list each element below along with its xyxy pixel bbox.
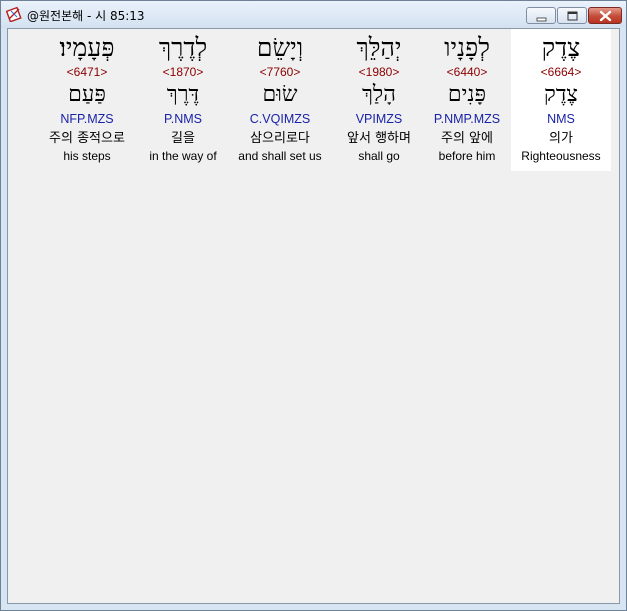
strong-number[interactable]: <1870> [133,65,233,79]
hebrew-word: צֶדֶק [541,33,581,62]
word-column[interactable]: לְדֶרֶךְ <1870> דֶּרֶךְ P.NMS 길을 in the … [133,29,233,171]
maximize-icon [567,11,578,21]
hebrew-lexeme: פָּנִים [447,82,487,107]
english-gloss: and shall set us [238,149,322,163]
english-gloss: Righteousness [521,149,601,163]
hebrew-lexeme: דֶּרֶךְ [166,82,200,107]
hebrew-lexeme: הָלַךְ [362,82,396,107]
morphology-code: C.VQIMZS [249,112,311,126]
window-title: @원전본해 - 시 85:13 [27,9,145,23]
hebrew-lexeme: צֶדֶק [544,82,578,107]
minimize-button[interactable] [526,7,556,24]
strong-number[interactable]: <6664> [511,65,611,79]
hebrew-lexeme: פַּעַם [68,82,106,107]
minimize-icon [536,17,547,22]
english-gloss: before him [438,149,496,163]
hebrew-word: וְיָשֵׂם [256,33,304,62]
english-gloss: his steps [63,149,111,163]
word-column[interactable]: לְפָנָיו <6440> פָּנִים P.NMP.MZS 주의 앞에 … [417,29,517,171]
english-gloss: in the way of [149,149,217,163]
strong-number[interactable]: <7760> [230,65,330,79]
title-bar[interactable]: @원전본해 - 시 85:13 [1,1,626,28]
app-window: @원전본해 - 시 85:13 פְּעָמָיו׃ <6471> פַּעַם… [0,0,627,611]
hebrew-word: יְהַלֵּךְ [356,33,402,62]
strong-number[interactable]: <1980> [329,65,429,79]
hebrew-word: לְדֶרֶךְ [158,33,208,62]
korean-gloss: 길을 [171,131,195,146]
app-logo-icon[interactable] [5,6,22,23]
hebrew-lexeme: שׂוּם [262,82,298,107]
close-icon [599,10,612,22]
korean-gloss: 의가 [549,131,573,146]
morphology-code: NFP.MZS [60,112,114,126]
korean-gloss: 삼으리로다 [250,131,310,146]
hebrew-word: לְפָנָיו [444,33,490,62]
close-button[interactable] [588,7,622,24]
word-column[interactable]: פְּעָמָיו׃ <6471> פַּעַם NFP.MZS 주의 종적으로… [37,29,137,171]
korean-gloss: 주의 앞에 [441,131,493,146]
morphology-code: VPIMZS [355,112,403,126]
english-gloss: shall go [358,149,400,163]
morphology-code: P.NMS [164,112,202,126]
maximize-button[interactable] [557,7,587,24]
morphology-code: P.NMP.MZS [433,112,501,126]
word-column-selected[interactable]: צֶדֶק <6664> צֶדֶק NMS 의가 Righteousness [511,29,611,171]
korean-gloss: 앞서 행하며 [347,131,411,146]
strong-number[interactable]: <6440> [417,65,517,79]
interlinear-panel: פְּעָמָיו׃ <6471> פַּעַם NFP.MZS 주의 종적으로… [7,28,620,604]
morphology-code: NMS [547,112,575,126]
korean-gloss: 주의 종적으로 [49,131,125,146]
hebrew-word: פְּעָמָיו׃ [59,33,115,62]
strong-number[interactable]: <6471> [37,65,137,79]
word-column[interactable]: יְהַלֵּךְ <1980> הָלַךְ VPIMZS 앞서 행하며 sh… [329,29,429,171]
word-column[interactable]: וְיָשֵׂם <7760> שׂוּם C.VQIMZS 삼으리로다 and… [230,29,330,171]
